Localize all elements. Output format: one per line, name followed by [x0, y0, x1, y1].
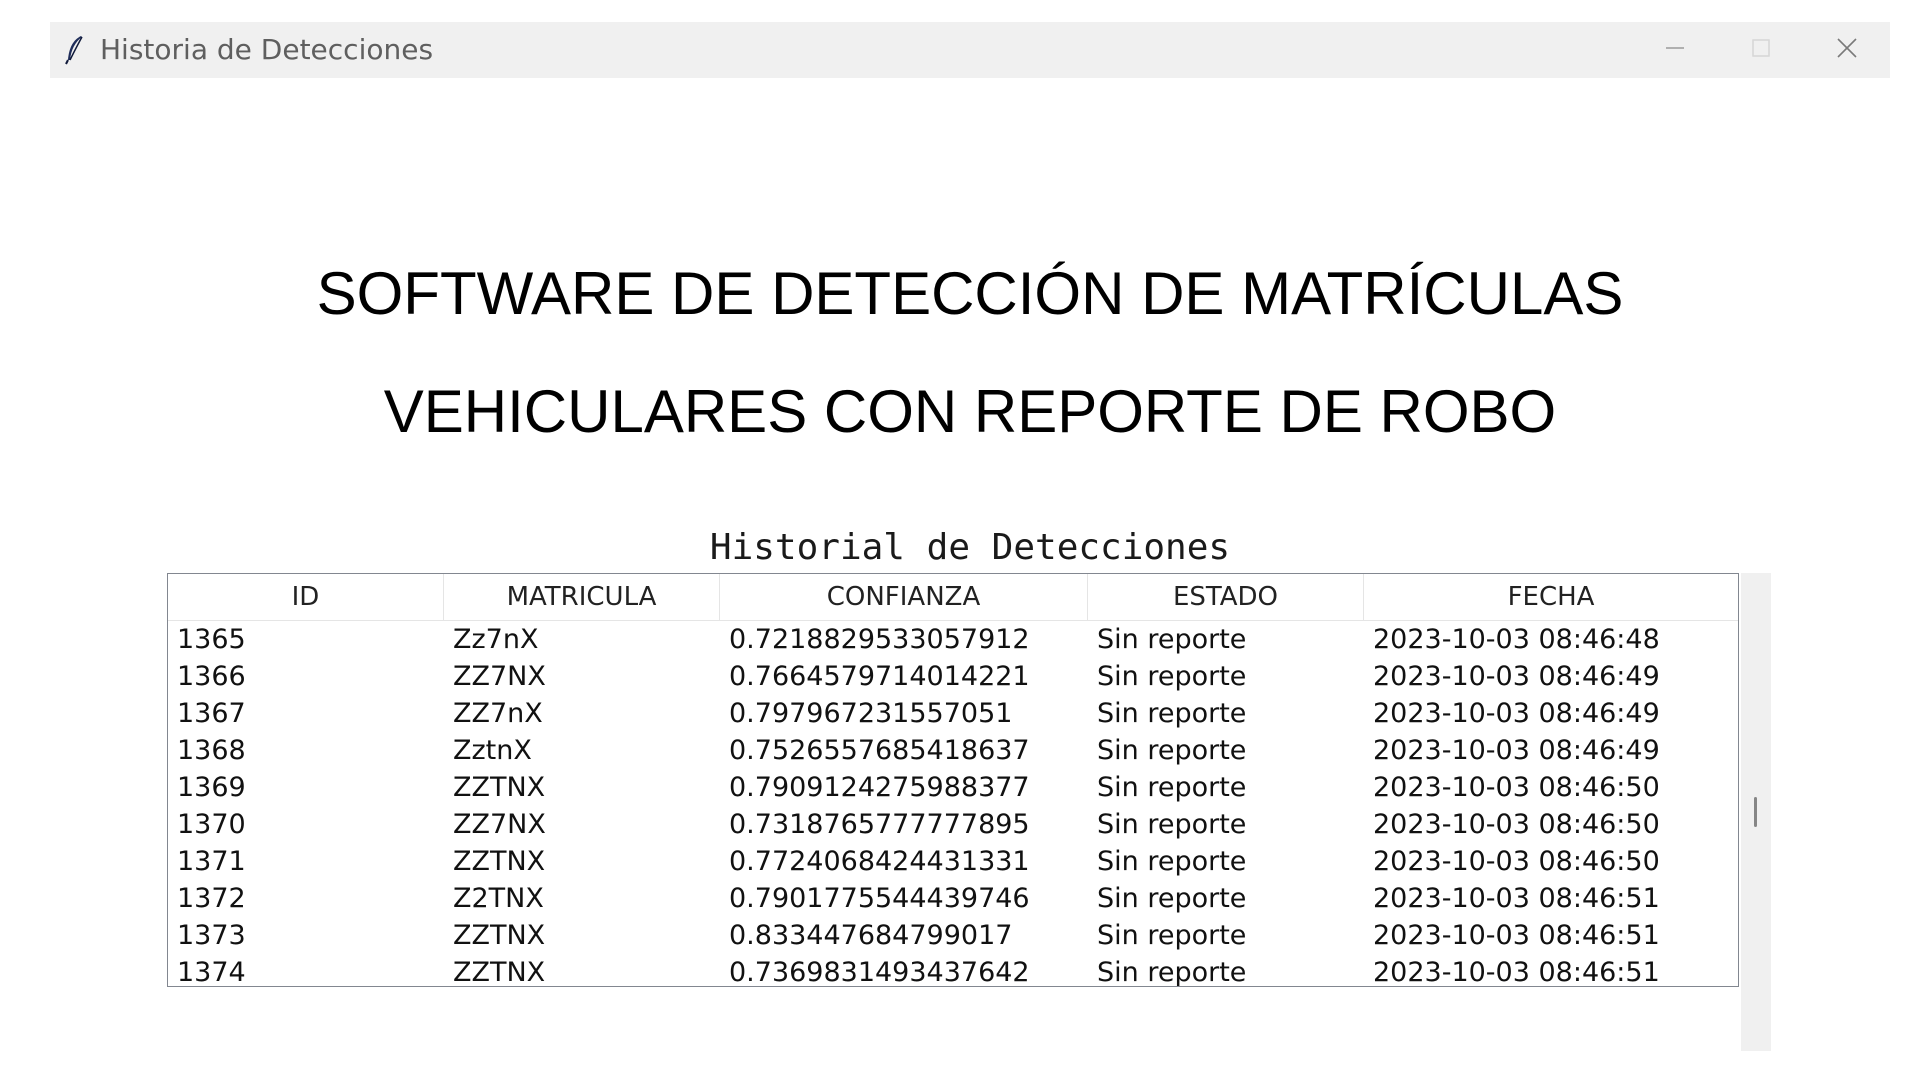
column-header-confianza[interactable]: CONFIANZA: [720, 574, 1088, 620]
cell-id: 1367: [177, 698, 246, 729]
cell-id: 1371: [177, 846, 246, 877]
cell-estado: Sin reporte: [1097, 624, 1247, 655]
cell-id: 1370: [177, 809, 246, 840]
column-header-matricula[interactable]: MATRICULA: [444, 574, 720, 620]
minimize-button[interactable]: [1632, 22, 1718, 78]
cell-matricula: ZZTNX: [453, 772, 546, 803]
cell-fecha: 2023-10-03 08:46:48: [1373, 624, 1660, 655]
cell-id: 1373: [177, 920, 246, 951]
cell-estado: Sin reporte: [1097, 772, 1247, 803]
maximize-icon: [1751, 38, 1771, 62]
scrollbar-thumb[interactable]: [1754, 797, 1757, 827]
table-row[interactable]: 1367 ZZ7nX 0.797967231557051 Sin reporte…: [168, 695, 1738, 732]
column-header-estado[interactable]: ESTADO: [1088, 574, 1364, 620]
vertical-scrollbar[interactable]: [1741, 573, 1771, 1051]
cell-fecha: 2023-10-03 08:46:50: [1373, 846, 1660, 877]
cell-fecha: 2023-10-03 08:46:51: [1373, 957, 1660, 987]
cell-confianza: 0.7318765777777895: [729, 809, 1030, 840]
cell-matricula: ZZTNX: [453, 846, 546, 877]
section-subtitle: Historial de Detecciones: [709, 527, 1231, 568]
cell-matricula: Zz7nX: [453, 624, 539, 655]
cell-confianza: 0.7664579714014221: [729, 661, 1030, 692]
cell-id: 1365: [177, 624, 246, 655]
cell-estado: Sin reporte: [1097, 883, 1247, 914]
table-row[interactable]: 1371 ZZTNX 0.7724068424431331 Sin report…: [168, 843, 1738, 880]
cell-fecha: 2023-10-03 08:46:50: [1373, 772, 1660, 803]
cell-id: 1372: [177, 883, 246, 914]
cell-confianza: 0.7369831493437642: [729, 957, 1030, 987]
cell-estado: Sin reporte: [1097, 698, 1247, 729]
close-icon: [1836, 37, 1858, 63]
cell-confianza: 0.7909124275988377: [729, 772, 1030, 803]
cell-matricula: ZZTNX: [453, 920, 546, 951]
table-header: ID MATRICULA CONFIANZA ESTADO FECHA: [168, 574, 1738, 621]
title-bar[interactable]: Historia de Detecciones: [50, 22, 1890, 78]
table-row[interactable]: 1370 ZZ7NX 0.7318765777777895 Sin report…: [168, 806, 1738, 843]
table-row[interactable]: 1374 ZZTNX 0.7369831493437642 Sin report…: [168, 954, 1738, 987]
column-header-fecha[interactable]: FECHA: [1364, 574, 1738, 620]
cell-fecha: 2023-10-03 08:46:50: [1373, 809, 1660, 840]
cell-confianza: 0.7218829533057912: [729, 624, 1030, 655]
cell-estado: Sin reporte: [1097, 846, 1247, 877]
cell-confianza: 0.833447684799017: [729, 920, 1013, 951]
feather-icon: [64, 34, 86, 66]
cell-fecha: 2023-10-03 08:46:49: [1373, 735, 1660, 766]
table-row[interactable]: 1368 ZztnX 0.7526557685418637 Sin report…: [168, 732, 1738, 769]
cell-id: 1366: [177, 661, 246, 692]
table-row[interactable]: 1372 Z2TNX 0.7901775544439746 Sin report…: [168, 880, 1738, 917]
cell-estado: Sin reporte: [1097, 957, 1247, 987]
column-header-id[interactable]: ID: [168, 574, 444, 620]
table-row[interactable]: 1373 ZZTNX 0.833447684799017 Sin reporte…: [168, 917, 1738, 954]
cell-confianza: 0.7724068424431331: [729, 846, 1030, 877]
cell-fecha: 2023-10-03 08:46:51: [1373, 883, 1660, 914]
window-title: Historia de Detecciones: [100, 33, 434, 66]
cell-fecha: 2023-10-03 08:46:49: [1373, 698, 1660, 729]
cell-matricula: ZZ7NX: [453, 809, 546, 840]
maximize-button[interactable]: [1718, 22, 1804, 78]
table-row[interactable]: 1369 ZZTNX 0.7909124275988377 Sin report…: [168, 769, 1738, 806]
cell-matricula: ZZTNX: [453, 957, 546, 987]
minimize-icon: [1665, 38, 1685, 62]
cell-matricula: ZZ7nX: [453, 698, 543, 729]
cell-id: 1369: [177, 772, 246, 803]
cell-matricula: ZztnX: [453, 735, 532, 766]
app-heading-line-1: SOFTWARE DE DETECCIÓN DE MATRÍCULAS: [316, 260, 1624, 327]
cell-estado: Sin reporte: [1097, 920, 1247, 951]
cell-confianza: 0.7901775544439746: [729, 883, 1030, 914]
cell-confianza: 0.797967231557051: [729, 698, 1013, 729]
detections-table[interactable]: ID MATRICULA CONFIANZA ESTADO FECHA 1365…: [167, 573, 1739, 987]
close-button[interactable]: [1804, 22, 1890, 78]
main-window: Historia de Detecciones SOFTWARE DE DETE…: [50, 22, 1890, 1080]
cell-fecha: 2023-10-03 08:46:49: [1373, 661, 1660, 692]
table-row[interactable]: 1366 ZZ7NX 0.7664579714014221 Sin report…: [168, 658, 1738, 695]
cell-id: 1374: [177, 957, 246, 987]
cell-fecha: 2023-10-03 08:46:51: [1373, 920, 1660, 951]
cell-estado: Sin reporte: [1097, 661, 1247, 692]
cell-matricula: Z2TNX: [453, 883, 544, 914]
cell-confianza: 0.7526557685418637: [729, 735, 1030, 766]
cell-id: 1368: [177, 735, 246, 766]
cell-estado: Sin reporte: [1097, 809, 1247, 840]
table-row[interactable]: 1365 Zz7nX 0.7218829533057912 Sin report…: [168, 621, 1738, 658]
app-heading-line-2: VEHICULARES CON REPORTE DE ROBO: [383, 378, 1557, 445]
cell-estado: Sin reporte: [1097, 735, 1247, 766]
cell-matricula: ZZ7NX: [453, 661, 546, 692]
